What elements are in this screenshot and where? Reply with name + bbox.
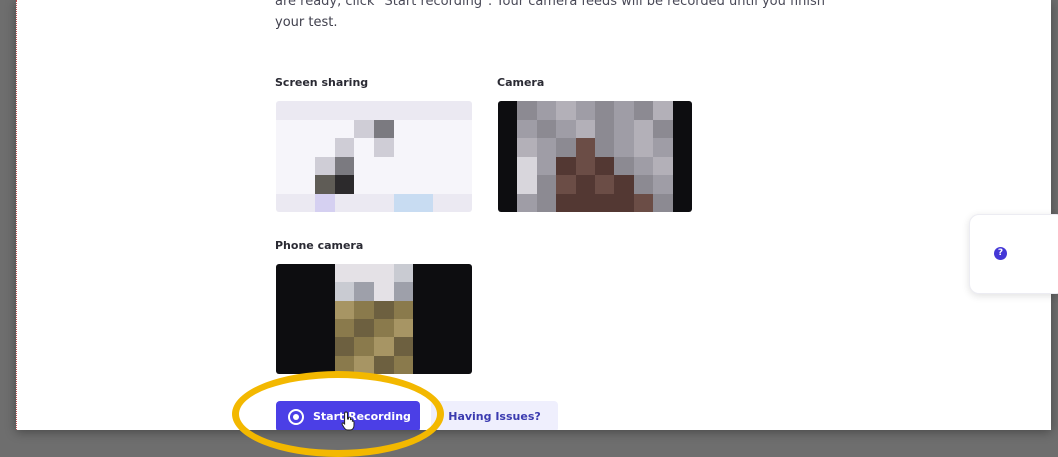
help-widget[interactable]: ? xyxy=(969,214,1058,294)
phone-camera-label: Phone camera xyxy=(275,239,364,252)
screen-sharing-preview xyxy=(276,101,472,212)
camera-label: Camera xyxy=(497,76,545,89)
app-frame: are ready, click "Start recording". Your… xyxy=(16,0,1051,430)
record-icon xyxy=(288,408,304,425)
instructions-line-1: are ready, click "Start recording". Your… xyxy=(275,0,826,9)
phone-camera-mosaic xyxy=(276,264,472,374)
hand-cursor-icon xyxy=(341,411,355,431)
screen-sharing-mosaic xyxy=(276,101,472,212)
having-issues-label: Having Issues? xyxy=(448,410,541,423)
camera-preview xyxy=(498,101,692,212)
screen-sharing-label: Screen sharing xyxy=(275,76,369,89)
instructions-line-2: your test. xyxy=(275,15,338,30)
question-icon[interactable]: ? xyxy=(994,247,1007,260)
start-recording-label: Start Recording xyxy=(313,410,411,423)
having-issues-button[interactable]: Having Issues? xyxy=(431,401,558,430)
phone-camera-preview xyxy=(276,264,472,374)
camera-mosaic xyxy=(498,101,692,212)
instructions-text: are ready, click "Start recording". Your… xyxy=(275,0,835,33)
